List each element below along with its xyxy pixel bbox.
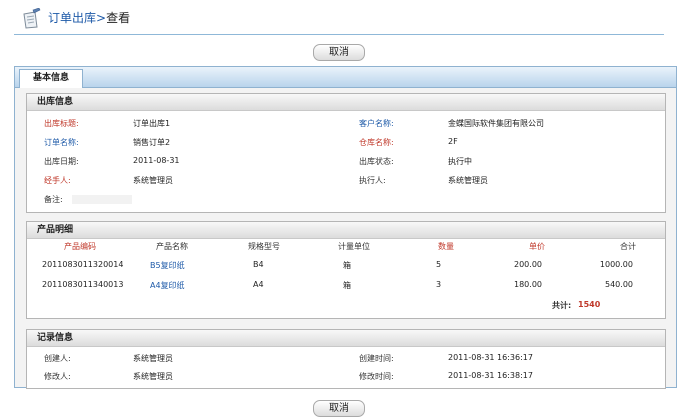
modifier-label: 修改人: bbox=[44, 372, 71, 381]
total-label: 共计: bbox=[552, 301, 572, 310]
creator-value: 系统管理员 bbox=[133, 354, 173, 363]
warehouse-value: 2F bbox=[448, 137, 458, 146]
handler-label: 经手人: bbox=[44, 176, 71, 185]
cancel-button-bottom[interactable]: 取消 bbox=[313, 400, 365, 417]
col-header-subtotal: 合计 bbox=[620, 242, 636, 251]
col-header-spec: 规格型号 bbox=[248, 242, 280, 251]
breadcrumb-module[interactable]: 订单出库 bbox=[48, 11, 96, 25]
breadcrumb-current: 查看 bbox=[106, 11, 131, 25]
note-value bbox=[72, 195, 132, 204]
cell-spec: B4 bbox=[253, 260, 264, 269]
col-header-quantity: 数量 bbox=[438, 242, 454, 251]
outbound-date-value: 2011-08-31 bbox=[133, 156, 180, 165]
warehouse-label: 仓库名称: bbox=[359, 138, 394, 147]
outbound-status-label: 出库状态: bbox=[359, 157, 394, 166]
tab-bar: 基本信息 bbox=[15, 67, 676, 88]
outbound-status-value: 执行中 bbox=[448, 157, 472, 166]
product-name-link[interactable]: A4复印纸 bbox=[150, 280, 185, 291]
modified-time-label: 修改时间: bbox=[359, 372, 394, 381]
total-value: 1540 bbox=[578, 300, 601, 309]
modifier-value: 系统管理员 bbox=[133, 372, 173, 381]
col-header-product-name: 产品名称 bbox=[156, 242, 188, 251]
cell-subtotal: 1000.00 bbox=[599, 260, 633, 269]
cell-product-code: 2011083011320014 bbox=[42, 260, 124, 269]
cell-unit: 箱 bbox=[343, 261, 351, 270]
product-name-link[interactable]: B5复印纸 bbox=[150, 260, 185, 271]
file-pen-icon bbox=[20, 7, 42, 30]
outbound-title-value: 订单出库1 bbox=[133, 119, 171, 128]
customer-label: 客户名称: bbox=[359, 119, 394, 128]
col-header-unit-price: 单价 bbox=[529, 242, 545, 251]
col-header-product-code: 产品编码 bbox=[64, 242, 96, 251]
outbound-info-panel: 出库信息 出库标题: 订单出库1 客户名称: 金蝶国际软件集团有限公司 订单名称… bbox=[26, 93, 666, 213]
customer-value: 金蝶国际软件集团有限公司 bbox=[448, 119, 544, 128]
created-time-value: 2011-08-31 16:36:17 bbox=[448, 353, 533, 362]
handler-value: 系统管理员 bbox=[133, 176, 173, 185]
outbound-title-label: 出库标题: bbox=[44, 119, 79, 128]
cell-unit-price: 180.00 bbox=[514, 280, 542, 289]
order-name-label: 订单名称: bbox=[44, 138, 79, 147]
outbound-date-label: 出库日期: bbox=[44, 157, 79, 166]
cell-subtotal: 540.00 bbox=[605, 280, 633, 289]
breadcrumb-separator: > bbox=[96, 11, 107, 25]
note-label: 备注: bbox=[44, 195, 63, 204]
tab-basic-info[interactable]: 基本信息 bbox=[19, 69, 83, 88]
product-details-panel: 产品明细 产品编码 产品名称 规格型号 计量单位 数量 单价 合计 201108… bbox=[26, 221, 666, 319]
product-details-heading: 产品明细 bbox=[27, 222, 665, 239]
page-title: 订单出库>查看 bbox=[48, 9, 130, 26]
cell-spec: A4 bbox=[253, 280, 264, 289]
record-info-heading: 记录信息 bbox=[27, 330, 665, 347]
page-header: 订单出库>查看 bbox=[0, 0, 692, 36]
cell-unit-price: 200.00 bbox=[514, 260, 542, 269]
created-time-label: 创建时间: bbox=[359, 354, 394, 363]
cell-quantity: 3 bbox=[436, 280, 442, 289]
cancel-button-top[interactable]: 取消 bbox=[313, 44, 365, 61]
modified-time-value: 2011-08-31 16:38:17 bbox=[448, 371, 533, 380]
col-header-unit: 计量单位 bbox=[338, 242, 370, 251]
detail-frame: 基本信息 出库信息 出库标题: 订单出库1 客户名称: 金蝶国际软件集团有限公司… bbox=[14, 66, 677, 389]
creator-label: 创建人: bbox=[44, 354, 71, 363]
outbound-info-heading: 出库信息 bbox=[27, 94, 665, 111]
cell-quantity: 5 bbox=[436, 260, 442, 269]
order-name-value: 销售订单2 bbox=[133, 138, 171, 147]
cell-product-code: 2011083011340013 bbox=[42, 280, 124, 289]
record-info-panel: 记录信息 创建人: 系统管理员 创建时间: 2011-08-31 16:36:1… bbox=[26, 329, 666, 389]
executor-value: 系统管理员 bbox=[448, 176, 488, 185]
executor-label: 执行人: bbox=[359, 176, 386, 185]
cell-unit: 箱 bbox=[343, 281, 351, 290]
header-divider bbox=[14, 34, 664, 35]
